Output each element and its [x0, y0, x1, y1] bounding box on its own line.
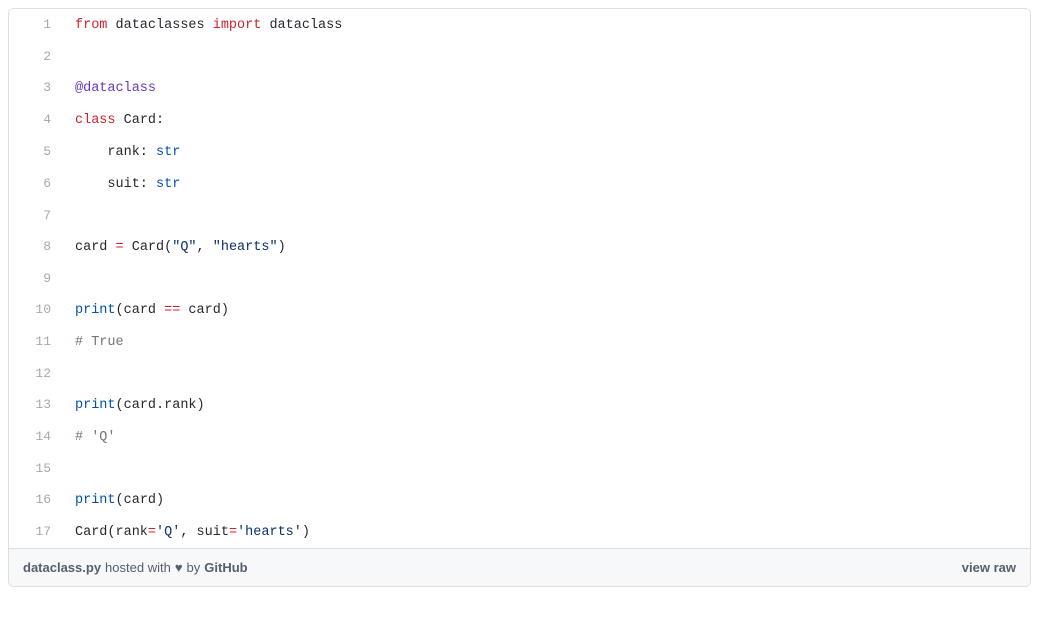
line-number[interactable]: 14 [9, 421, 69, 452]
code-token: from [75, 18, 107, 33]
code-line: 2 [9, 41, 1030, 72]
line-number[interactable]: 4 [9, 104, 69, 135]
code-line: 12 [9, 358, 1030, 389]
code-token: , suit [180, 525, 229, 540]
line-number[interactable]: 13 [9, 389, 69, 420]
code-line: 16print(card) [9, 484, 1030, 516]
code-token [116, 113, 124, 128]
code-token: @dataclass [75, 81, 156, 96]
code-line: 5 rank: str [9, 136, 1030, 168]
gist-container: 1from dataclasses import dataclass23@dat… [8, 8, 1031, 587]
line-number[interactable]: 16 [9, 484, 69, 515]
code-line: 15 [9, 453, 1030, 484]
code-token: dataclasses [107, 18, 212, 33]
code-token: 'Q' [156, 525, 180, 540]
line-number[interactable]: 3 [9, 72, 69, 103]
line-content: @dataclass [69, 73, 156, 104]
code-token: import [213, 18, 262, 33]
code-line: 17Card(rank='Q', suit='hearts') [9, 516, 1030, 548]
host-name[interactable]: GitHub [204, 560, 247, 575]
code-token: = [148, 525, 156, 540]
code-token: 'hearts' [237, 525, 302, 540]
line-content: Card(rank='Q', suit='hearts') [69, 517, 310, 548]
code-token: (card.rank) [116, 398, 205, 413]
code-token: Card [124, 113, 156, 128]
line-content: # True [69, 327, 124, 358]
code-token: card [75, 240, 116, 255]
line-content: from dataclasses import dataclass [69, 10, 342, 41]
code-token: rank: [75, 145, 156, 160]
line-number[interactable]: 6 [9, 168, 69, 199]
code-token: class [75, 113, 116, 128]
code-token: str [156, 145, 180, 160]
code-token: ) [302, 525, 310, 540]
line-content: print(card == card) [69, 295, 229, 326]
code-line: 10print(card == card) [9, 294, 1030, 326]
code-token: card) [180, 303, 229, 318]
code-line: 1from dataclasses import dataclass [9, 9, 1030, 41]
line-content: card = Card("Q", "hearts") [69, 232, 286, 263]
footer-left: dataclass.py hosted with ♥ by GitHub [23, 560, 248, 575]
code-token: (card) [116, 493, 165, 508]
code-line: 11 # True [9, 326, 1030, 358]
code-token: = [229, 525, 237, 540]
line-content: rank: str [69, 137, 180, 168]
line-number[interactable]: 15 [9, 453, 69, 484]
hosted-text: hosted with [105, 560, 171, 575]
code-token: : [156, 113, 164, 128]
line-number[interactable]: 1 [9, 9, 69, 40]
code-token: "Q" [172, 240, 196, 255]
code-token: str [156, 177, 180, 192]
code-token: suit: [75, 177, 156, 192]
line-content: suit: str [69, 169, 180, 200]
line-number[interactable]: 7 [9, 200, 69, 231]
code-token: Card(rank [75, 525, 148, 540]
code-token: print [75, 303, 116, 318]
line-number[interactable]: 2 [9, 41, 69, 72]
code-area: 1from dataclasses import dataclass23@dat… [9, 9, 1030, 548]
gist-footer: dataclass.py hosted with ♥ by GitHub vie… [9, 548, 1030, 586]
line-number[interactable]: 9 [9, 263, 69, 294]
heart-icon: ♥ [175, 560, 183, 575]
code-line: 14 # 'Q' [9, 421, 1030, 453]
code-line: 7 [9, 200, 1030, 231]
code-token: (card [116, 303, 165, 318]
line-number[interactable]: 8 [9, 231, 69, 262]
code-line: 9 [9, 263, 1030, 294]
code-token: "hearts" [213, 240, 278, 255]
line-number[interactable]: 17 [9, 516, 69, 547]
code-line: 4class Card: [9, 104, 1030, 136]
code-line: 8card = Card("Q", "hearts") [9, 231, 1030, 263]
code-token: ) [278, 240, 286, 255]
line-content: # 'Q' [69, 422, 116, 453]
view-raw-link[interactable]: view raw [962, 560, 1016, 575]
code-token: print [75, 398, 116, 413]
code-token: # True [75, 335, 124, 350]
code-token: , [197, 240, 213, 255]
line-number[interactable]: 11 [9, 326, 69, 357]
line-content: class Card: [69, 105, 164, 136]
code-token: dataclass [261, 18, 342, 33]
line-number[interactable]: 10 [9, 294, 69, 325]
code-token: # 'Q' [75, 430, 116, 445]
line-content: print(card) [69, 485, 164, 516]
code-token: == [164, 303, 180, 318]
code-token: Card( [124, 240, 173, 255]
code-token: = [116, 240, 124, 255]
code-token: print [75, 493, 116, 508]
code-line: 13print(card.rank) [9, 389, 1030, 421]
line-number[interactable]: 5 [9, 136, 69, 167]
code-line: 6 suit: str [9, 168, 1030, 200]
line-content: print(card.rank) [69, 390, 205, 421]
by-text: by [187, 560, 201, 575]
gist-filename[interactable]: dataclass.py [23, 560, 101, 575]
code-line: 3 @dataclass [9, 72, 1030, 104]
line-number[interactable]: 12 [9, 358, 69, 389]
